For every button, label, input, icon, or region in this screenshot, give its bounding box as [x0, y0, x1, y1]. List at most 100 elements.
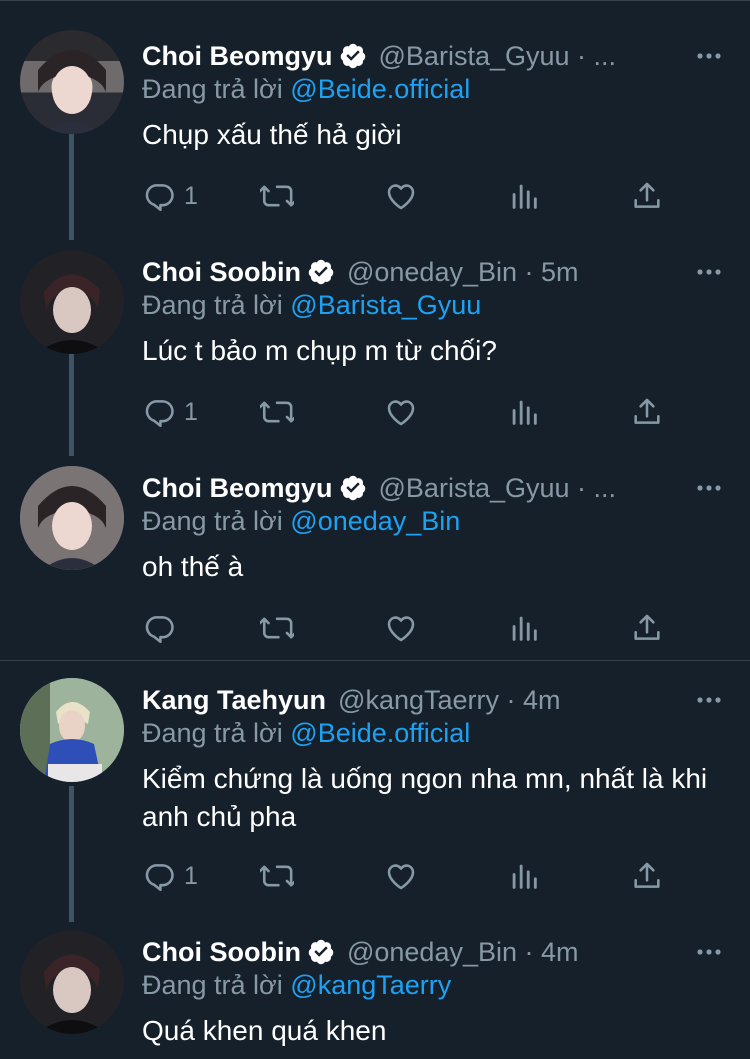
reply-label: Đang trả lời — [142, 506, 283, 536]
avatar[interactable] — [20, 466, 124, 570]
share-icon — [630, 179, 664, 213]
analytics-button[interactable] — [507, 176, 541, 216]
handle-and-time[interactable]: @Barista_Gyuu · ... — [379, 473, 617, 504]
handle-and-time[interactable]: @oneday_Bin · 4m — [347, 937, 579, 968]
reply-count: 1 — [184, 861, 198, 890]
share-button[interactable] — [630, 392, 664, 432]
share-icon — [630, 395, 664, 429]
tweet-text: Quá khen quá khen — [142, 1015, 387, 1046]
reply-context: Đang trả lời @kangTaerry — [142, 970, 451, 1001]
tweet[interactable]: Choi Beomgyu @Barista_Gyuu · ... Đang tr… — [0, 18, 750, 218]
share-button[interactable] — [630, 856, 664, 896]
tweet-text: Lúc t bảo m chụp m từ chối? — [142, 335, 497, 366]
more-options-icon[interactable] — [696, 940, 722, 964]
reply-button[interactable] — [142, 608, 184, 648]
thread-divider — [0, 660, 750, 661]
reply-button[interactable]: 1 — [142, 392, 198, 432]
analytics-button[interactable] — [507, 856, 541, 896]
avatar[interactable] — [20, 30, 124, 134]
top-border — [0, 0, 750, 1]
tweet-actions — [142, 608, 722, 648]
more-options-icon[interactable] — [696, 688, 722, 712]
retweet-icon — [260, 179, 294, 213]
reply-icon — [142, 395, 176, 429]
more-options-icon[interactable] — [696, 476, 722, 500]
like-button[interactable] — [384, 608, 418, 648]
like-icon — [384, 611, 418, 645]
mention-link[interactable]: @oneday_Bin — [290, 506, 460, 536]
like-button[interactable] — [384, 856, 418, 896]
verified-badge-icon — [339, 42, 367, 70]
analytics-icon — [507, 395, 541, 429]
reply-context: Đang trả lời @Beide.official — [142, 718, 470, 749]
reply-label: Đang trả lời — [142, 970, 283, 1000]
reply-count: 1 — [184, 397, 198, 426]
handle-and-time[interactable]: @oneday_Bin · 5m — [347, 257, 579, 288]
share-icon — [630, 611, 664, 645]
tweet-text: oh thế à — [142, 551, 244, 582]
reply-icon — [142, 859, 176, 893]
reply-label: Đang trả lời — [142, 290, 283, 320]
reply-count: 1 — [184, 181, 198, 210]
handle-and-time[interactable]: @Barista_Gyuu · ... — [379, 41, 617, 72]
reply-label: Đang trả lời — [142, 74, 283, 104]
more-options-icon[interactable] — [696, 260, 722, 284]
display-name[interactable]: Choi Beomgyu — [142, 473, 333, 504]
retweet-button[interactable] — [260, 392, 294, 432]
avatar[interactable] — [20, 930, 124, 1034]
mention-link[interactable]: @Beide.official — [290, 718, 470, 748]
tweet-actions: 1 — [142, 856, 722, 896]
more-options-icon[interactable] — [696, 44, 722, 68]
verified-badge-icon — [307, 258, 335, 286]
tweet[interactable]: Choi Beomgyu @Barista_Gyuu · ... Đang tr… — [0, 450, 750, 650]
retweet-button[interactable] — [260, 608, 294, 648]
analytics-icon — [507, 859, 541, 893]
avatar[interactable] — [20, 250, 124, 354]
display-name[interactable]: Choi Beomgyu — [142, 41, 333, 72]
tweet-header: Choi Soobin @oneday_Bin · 5m — [142, 252, 670, 292]
reply-context: Đang trả lời @Beide.official — [142, 74, 470, 105]
tweet-header: Choi Beomgyu @Barista_Gyuu · ... — [142, 468, 670, 508]
retweet-button[interactable] — [260, 856, 294, 896]
analytics-button[interactable] — [507, 608, 541, 648]
retweet-icon — [260, 859, 294, 893]
avatar[interactable] — [20, 678, 124, 782]
tweet-header: Kang Taehyun @kangTaerry · 4m — [142, 680, 670, 720]
mention-link[interactable]: @Beide.official — [290, 74, 470, 104]
reply-context: Đang trả lời @Barista_Gyuu — [142, 290, 481, 321]
tweet[interactable]: Choi Soobin @oneday_Bin · 4m Đang trả lờ… — [0, 914, 750, 1059]
verified-badge-icon — [307, 938, 335, 966]
share-button[interactable] — [630, 608, 664, 648]
reply-button[interactable]: 1 — [142, 856, 198, 896]
share-button[interactable] — [630, 176, 664, 216]
like-button[interactable] — [384, 176, 418, 216]
like-icon — [384, 859, 418, 893]
tweet-header: Choi Soobin @oneday_Bin · 4m — [142, 932, 670, 972]
analytics-button[interactable] — [507, 392, 541, 432]
verified-badge-icon — [339, 474, 367, 502]
tweet[interactable]: Kang Taehyun @kangTaerry · 4m Đang trả l… — [0, 662, 750, 912]
tweet-text: Kiểm chứng là uống ngon nha mn, nhất là … — [142, 763, 708, 832]
display-name[interactable]: Choi Soobin — [142, 257, 301, 288]
like-icon — [384, 395, 418, 429]
reply-button[interactable]: 1 — [142, 176, 198, 216]
like-button[interactable] — [384, 392, 418, 432]
like-icon — [384, 179, 418, 213]
analytics-icon — [507, 611, 541, 645]
reply-context: Đang trả lời @oneday_Bin — [142, 506, 460, 537]
handle-and-time[interactable]: @kangTaerry · 4m — [338, 685, 560, 716]
display-name[interactable]: Choi Soobin — [142, 937, 301, 968]
tweet-actions: 1 — [142, 176, 722, 216]
retweet-icon — [260, 395, 294, 429]
tweet[interactable]: Choi Soobin @oneday_Bin · 5m Đang trả lờ… — [0, 234, 750, 434]
share-icon — [630, 859, 664, 893]
analytics-icon — [507, 179, 541, 213]
tweet-header: Choi Beomgyu @Barista_Gyuu · ... — [142, 36, 670, 76]
reply-label: Đang trả lời — [142, 718, 283, 748]
display-name[interactable]: Kang Taehyun — [142, 685, 326, 716]
mention-link[interactable]: @kangTaerry — [290, 970, 451, 1000]
retweet-icon — [260, 611, 294, 645]
reply-icon — [142, 611, 176, 645]
mention-link[interactable]: @Barista_Gyuu — [290, 290, 481, 320]
retweet-button[interactable] — [260, 176, 294, 216]
